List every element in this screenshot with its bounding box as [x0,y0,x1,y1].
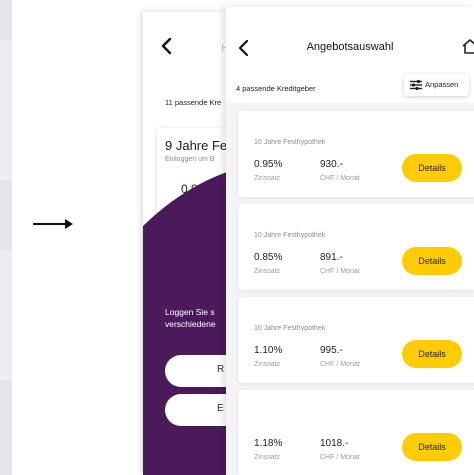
monthly-amount-label: CHF / Monat [320,268,360,275]
monthly-amount: 995.- [320,345,343,356]
comparison-stage: H 11 passende Kre 9 Jahre Fe Einloggen u… [0,0,474,475]
left-edge-band [0,40,12,180]
product-name: 10 Jahre Festhypothek [254,139,326,146]
right-arrow-icon [33,219,73,229]
register-button-label: R [217,364,225,375]
offer-selection-screen: Angebotsauswahl 4 passende Kreditgeber A… [226,7,474,475]
offer-card[interactable]: 1.18% Zinssatz 1018.- CHF / Monat Detail… [238,390,474,475]
left-edge-screen [0,0,12,475]
adjust-button[interactable]: Anpassen [404,74,469,96]
offer-card[interactable]: 10 Jahre Festhypothek 1.10% Zinssatz 995… [238,297,474,383]
lender-count: 4 passende Kreditgeber [236,84,316,93]
interest-rate: 1.10% [254,345,283,356]
top-bar: Angebotsauswahl 4 passende Kreditgeber A… [226,7,474,103]
monthly-amount: 1018.- [320,438,349,449]
sliders-icon [410,79,422,91]
monthly-amount: 891.- [320,252,343,263]
home-icon[interactable] [462,38,474,54]
offer-card[interactable]: 10 Jahre Festhypothek 0.85% Zinssatz 891… [238,204,474,290]
interest-rate-label: Zinssatz [254,361,281,368]
adjust-button-label: Anpassen [425,80,459,89]
promo-line-1: Loggen Sie s [165,307,215,317]
monthly-amount-label: CHF / Monat [320,361,360,368]
monthly-amount-label: CHF / Monat [320,175,360,182]
details-button[interactable]: Details [402,340,462,368]
product-name: 10 Jahre Festhypothek [254,325,326,332]
interest-rate-label: Zinssatz [254,268,281,275]
offer-card[interactable]: 10 Jahre Festhypothek 0.95% Zinssatz 930… [238,111,474,197]
details-button[interactable]: Details [402,433,462,461]
interest-rate: 0.85% [254,252,283,263]
product-name: 10 Jahre Festhypothek [254,232,326,239]
interest-rate: 1.18% [254,438,283,449]
interest-rate-label: Zinssatz [254,454,281,461]
monthly-amount-label: CHF / Monat [320,454,360,461]
login-promo-text: Loggen Sie s verschiedene [165,306,216,330]
monthly-amount: 930.- [320,159,343,170]
promo-line-2: verschiedene [165,319,216,329]
details-button[interactable]: Details [402,247,462,275]
left-edge-band [0,250,12,380]
login-button-label: E [217,403,224,414]
details-button[interactable]: Details [402,154,462,182]
interest-rate: 0.95% [254,159,283,170]
page-title: Angebotsauswahl [306,41,394,53]
interest-rate-label: Zinssatz [254,175,281,182]
